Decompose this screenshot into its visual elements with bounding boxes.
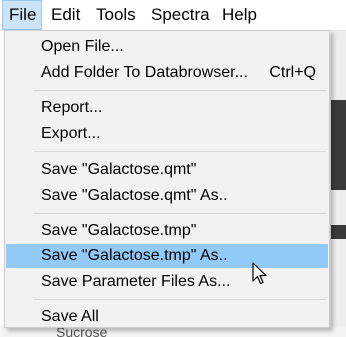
menu-item-save-parameter-files[interactable]: Save Parameter Files As... <box>6 270 328 294</box>
menu-separator <box>34 90 326 91</box>
menu-tools[interactable]: Tools <box>89 0 143 30</box>
menu-help[interactable]: Help <box>215 0 264 30</box>
menu-item-save-tmp[interactable]: Save "Galactose.tmp" <box>6 219 328 243</box>
menu-item-open-file[interactable]: Open File... <box>6 35 328 59</box>
menu-file[interactable]: File <box>2 0 42 30</box>
menu-item-add-folder[interactable]: Add Folder To Databrowser... Ctrl+Q <box>6 61 328 85</box>
menu-item-export[interactable]: Export... <box>6 122 328 146</box>
file-menu-dropdown: Open File... Add Folder To Databrowser..… <box>4 30 330 328</box>
mouse-pointer-icon <box>252 262 267 285</box>
menu-separator <box>34 299 326 300</box>
menu-item-save-tmp-as[interactable]: Save "Galactose.tmp" As.. <box>6 244 328 268</box>
menu-item-report[interactable]: Report... <box>6 96 328 120</box>
menu-separator <box>34 213 326 214</box>
menu-edit[interactable]: Edit <box>44 0 87 30</box>
background-panel <box>331 100 346 190</box>
menu-item-label: Save "Galactose.tmp" <box>41 222 197 239</box>
menu-item-save-qmt[interactable]: Save "Galactose.qmt" <box>6 158 328 182</box>
menu-item-label: Save "Galactose.tmp" As.. <box>41 247 228 264</box>
menu-item-label: Report... <box>41 99 103 116</box>
menu-item-shortcut: Ctrl+Q <box>269 64 316 81</box>
menu-separator <box>34 151 326 152</box>
menu-bar: File Edit Tools Spectra Help <box>0 0 346 31</box>
menu-item-label: Save "Galactose.qmt" As.. <box>41 187 228 204</box>
menu-item-label: Save All <box>41 308 99 325</box>
menu-spectra[interactable]: Spectra <box>144 0 217 30</box>
menu-item-label: Add Folder To Databrowser... <box>41 64 248 81</box>
menu-item-save-all[interactable]: Save All <box>6 305 328 329</box>
menu-item-save-qmt-as[interactable]: Save "Galactose.qmt" As.. <box>6 184 328 208</box>
menu-item-label: Open File... <box>41 38 124 55</box>
background-window-edge <box>331 30 346 337</box>
menu-item-label: Export... <box>41 125 101 142</box>
menu-item-label: Save Parameter Files As... <box>41 273 231 290</box>
menu-item-label: Save "Galactose.qmt" <box>41 161 197 178</box>
background-panel-strip <box>331 225 346 239</box>
